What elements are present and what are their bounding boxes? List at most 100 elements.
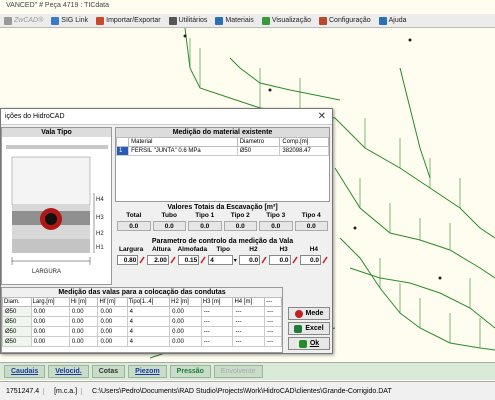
table-cell[interactable]: ---: [232, 306, 266, 317]
table-cell[interactable]: ---: [200, 336, 234, 347]
table-cell[interactable]: Ø50: [2, 306, 32, 317]
table-cell[interactable]: 0.00: [97, 316, 128, 327]
table-cell[interactable]: 0.00: [30, 316, 70, 327]
condutas-heading: Medição das valas para a colocação das c…: [2, 288, 282, 297]
menu-item[interactable]: SIG Link: [47, 16, 92, 25]
table-cell[interactable]: ---: [232, 316, 266, 327]
mede-label: Mede: [305, 310, 324, 317]
table-cell[interactable]: ---: [264, 306, 282, 317]
table-cell[interactable]: 0.00: [97, 336, 128, 347]
table-cell[interactable]: 0.00: [97, 306, 128, 317]
table-row[interactable]: Ø50 0.00 0.00 0.00 4 0.00 --- --- ---: [2, 306, 282, 317]
sig-link-icon: [51, 16, 60, 25]
settings-icon: [319, 16, 327, 25]
edit-pencil-icon[interactable]: [291, 256, 298, 264]
tab-velocid[interactable]: Velocid.: [48, 365, 89, 378]
col-header: Diam.: [2, 297, 32, 307]
table-row[interactable]: 1 FERSIL "JUNTA" 0.6 MPa Ø50 382098.47: [115, 146, 329, 156]
dialog-title: ições do HidroCAD: [5, 113, 65, 120]
window-title: VANCED" # Peça 4719 : TICdata: [0, 0, 495, 12]
materials-icon: [215, 16, 224, 25]
table-cell[interactable]: Ø50: [2, 336, 32, 347]
edit-pencil-icon[interactable]: [200, 256, 206, 264]
edit-pencil-icon[interactable]: [322, 256, 328, 264]
table-row[interactable]: Ø50 0.00 0.00 0.00 4 0.00 --- --- ---: [2, 316, 282, 327]
h4-input[interactable]: 0.0: [299, 255, 321, 265]
menu-item[interactable]: ZwCAD®: [0, 16, 47, 25]
menu-item[interactable]: Configuração: [315, 16, 375, 25]
table-cell[interactable]: ---: [232, 326, 266, 337]
largura-input[interactable]: 0.80: [117, 255, 139, 265]
table-cell[interactable]: 4: [126, 336, 171, 347]
material-measurement-panel: Medição do material existente Material D…: [115, 127, 330, 202]
check-icon: [298, 339, 307, 348]
close-icon[interactable]: ✕: [318, 111, 326, 122]
table-cell[interactable]: ---: [232, 336, 266, 347]
edit-pencil-icon[interactable]: [170, 256, 176, 264]
table-row[interactable]: Ø50 0.00 0.00 0.00 4 0.00 --- --- ---: [2, 336, 282, 347]
tab-cotas[interactable]: Cotas: [91, 365, 126, 378]
menu-item-label: ZwCAD®: [14, 17, 44, 24]
h2-input[interactable]: 0.0: [238, 255, 261, 265]
chevron-down-icon[interactable]: ▾: [234, 257, 237, 264]
trench-diagram: H4 H3 H2 H1 LARGURA: [6, 145, 108, 275]
table-cell[interactable]: ---: [264, 326, 282, 337]
tipo1-value: 0.0: [188, 221, 222, 231]
table-cell[interactable]: ---: [200, 316, 234, 327]
ok-button[interactable]: Ok: [288, 337, 330, 350]
table-cell[interactable]: Ø50: [2, 316, 32, 327]
menu-item-label: Ajuda: [388, 17, 407, 24]
table-cell[interactable]: 0.00: [68, 306, 99, 317]
table-cell[interactable]: 0.00: [30, 326, 70, 337]
table-cell[interactable]: 0.00: [169, 326, 202, 337]
tipo-select[interactable]: 4: [208, 255, 233, 265]
menu-item[interactable]: Utilitários: [165, 16, 212, 25]
dialog-title-bar: ições do HidroCAD ✕: [1, 109, 332, 125]
menu-item[interactable]: Visualização: [258, 16, 315, 25]
length-cell: 382098.47: [279, 146, 329, 156]
almofada-input[interactable]: 0.15: [177, 255, 200, 265]
menu-item[interactable]: Importar/Exportar: [92, 16, 164, 25]
help-icon: [378, 16, 387, 25]
col-header: H4 [m]: [232, 297, 266, 307]
table-cell[interactable]: Ø50: [2, 326, 32, 337]
table-cell[interactable]: 0.00: [68, 316, 99, 327]
table-cell[interactable]: ---: [264, 336, 282, 347]
table-cell[interactable]: ---: [264, 316, 282, 327]
tab-presso[interactable]: Pressão: [169, 365, 211, 378]
table-cell[interactable]: 0.00: [30, 306, 70, 317]
col-header: Almofada: [177, 246, 208, 253]
table-cell[interactable]: 0.00: [169, 336, 202, 347]
menu-item[interactable]: Ajuda: [375, 16, 411, 25]
col-header: ---: [264, 297, 282, 307]
excel-button[interactable]: Excel: [288, 322, 330, 335]
table-cell[interactable]: 4: [126, 306, 171, 317]
edit-pencil-icon[interactable]: [139, 256, 146, 264]
menu-item[interactable]: Materiais: [211, 16, 257, 25]
col-header: Tipo 2: [230, 212, 250, 219]
col-header: Tubo: [161, 212, 177, 219]
table-row[interactable]: Ø50 0.00 0.00 0.00 4 0.00 --- --- ---: [2, 326, 282, 337]
col-header: [115, 137, 130, 147]
mede-button[interactable]: Mede: [288, 307, 330, 320]
table-cell[interactable]: 0.00: [97, 326, 128, 337]
edit-pencil-icon[interactable]: [261, 256, 267, 264]
total-value: 0.0: [117, 221, 151, 231]
menu-item-label: Configuração: [329, 17, 371, 24]
table-cell[interactable]: 0.00: [68, 326, 99, 337]
table-cell[interactable]: ---: [200, 306, 234, 317]
table-cell[interactable]: 0.00: [30, 336, 70, 347]
menu-item-label: Visualização: [271, 17, 311, 24]
unit-readout: [m.c.a.]: [50, 387, 83, 395]
tab-piezom[interactable]: Piezom: [128, 365, 167, 378]
tab-caudais[interactable]: Caudais: [4, 365, 46, 378]
table-cell[interactable]: ---: [200, 326, 234, 337]
altura-input[interactable]: 2.00: [147, 255, 169, 265]
table-cell[interactable]: 0.00: [169, 316, 202, 327]
table-cell[interactable]: 0.00: [169, 306, 202, 317]
tipo4-value: 0.0: [294, 221, 328, 231]
table-cell[interactable]: 0.00: [68, 336, 99, 347]
table-cell[interactable]: 4: [126, 326, 171, 337]
table-cell[interactable]: 4: [126, 316, 171, 327]
h3-input[interactable]: 0.0: [269, 255, 291, 265]
